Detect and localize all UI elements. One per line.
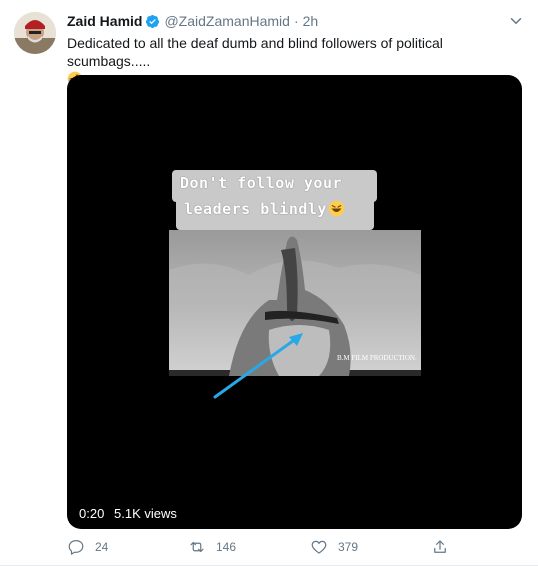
- like-count: 379: [338, 540, 359, 554]
- tweet[interactable]: Zaid Hamid @ZaidZamanHamid · 2h Dedicate…: [0, 0, 538, 566]
- tweet-timestamp[interactable]: 2h: [303, 13, 319, 29]
- retweet-button[interactable]: 146: [188, 538, 236, 556]
- share-icon: [434, 540, 446, 553]
- share-button[interactable]: [431, 538, 449, 556]
- reply-icon: [68, 540, 84, 555]
- author-name[interactable]: Zaid Hamid: [67, 13, 142, 29]
- like-button[interactable]: 379: [310, 538, 358, 556]
- avatar[interactable]: [14, 12, 56, 54]
- separator-dot: ·: [293, 13, 299, 29]
- video-duration: 0:20: [79, 506, 105, 521]
- retweet-icon: [190, 541, 204, 553]
- retweet-count: 146: [216, 540, 237, 554]
- heart-icon: [311, 540, 327, 554]
- chevron-down-icon[interactable]: [507, 12, 525, 30]
- avatar-image: [14, 12, 56, 54]
- verified-badge-icon: [146, 14, 160, 28]
- author-handle[interactable]: @ZaidZamanHamid: [164, 13, 289, 29]
- video-views: 5.1K views: [114, 506, 177, 521]
- tweet-header: Zaid Hamid @ZaidZamanHamid · 2h: [67, 12, 318, 30]
- tweet-body: Dedicated to all the deaf dumb and blind…: [67, 35, 443, 69]
- reply-button[interactable]: 24: [67, 538, 108, 556]
- blue-arrow-icon: [213, 333, 303, 399]
- tweet-actions: 24 146 379: [0, 538, 538, 560]
- video-player[interactable]: Don't follow your leaders blindly B.M FI…: [67, 75, 522, 529]
- reply-count: 24: [95, 540, 109, 554]
